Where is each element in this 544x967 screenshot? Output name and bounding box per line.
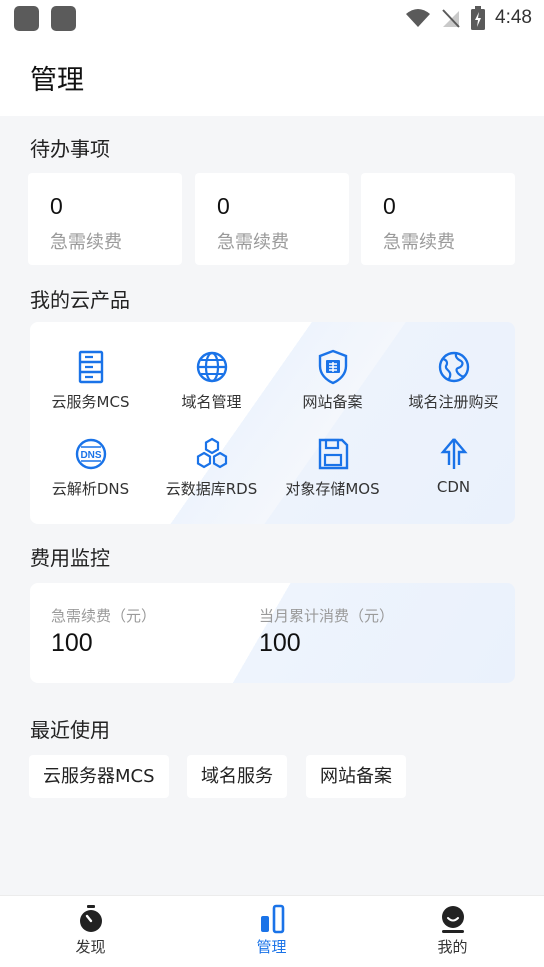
product-label: CDN [436, 478, 471, 496]
todo-count: 0 [217, 193, 230, 219]
todo-section-title: 待办事项 [30, 137, 110, 161]
product-domain-register[interactable]: 域名注册购买 [393, 349, 514, 412]
nav-label: 发现 [75, 938, 106, 956]
profile-icon [441, 906, 464, 933]
nav-label: 管理 [256, 938, 287, 956]
product-label: 域名注册购买 [408, 393, 499, 411]
products-panel: 云服务MCS 域名管理 网站备案 域名注册购买 DNS 云解析DNS 云数据库R… [30, 322, 515, 524]
todo-card[interactable]: 0 急需续费 [195, 173, 349, 265]
database-icon [196, 437, 227, 469]
battery-charging-icon [471, 6, 486, 30]
recent-item[interactable]: 网站备案 [306, 755, 406, 798]
manage-icon [260, 904, 284, 934]
no-signal-icon [442, 9, 460, 28]
product-label: 域名管理 [181, 393, 242, 411]
product-cloud-server[interactable]: 云服务MCS [30, 349, 151, 412]
status-bar: 4:48 [0, 0, 544, 36]
monthly-cost-label: 当月累计消费（元） [259, 607, 395, 625]
todo-card[interactable]: 0 急需续费 [361, 173, 515, 265]
todo-count: 0 [50, 193, 63, 219]
recent-item[interactable]: 域名服务 [187, 755, 287, 798]
bottom-nav: 发现 管理 我的 [0, 895, 544, 967]
product-object-storage[interactable]: 对象存储MOS [272, 436, 393, 499]
product-cloud-dns[interactable]: DNS 云解析DNS [30, 436, 151, 499]
product-domain-management[interactable]: 域名管理 [151, 349, 272, 412]
shield-icon [318, 349, 347, 385]
recent-section-title: 最近使用 [30, 718, 110, 742]
nav-profile[interactable]: 我的 [362, 896, 543, 967]
renewal-cost-label: 急需续费（元） [51, 607, 157, 625]
monthly-cost-value: 100 [259, 629, 301, 657]
stopwatch-icon [79, 905, 102, 932]
todo-card[interactable]: 0 急需续费 [28, 173, 182, 265]
earth-icon [438, 351, 469, 383]
todo-label: 急需续费 [383, 232, 455, 253]
renewal-cost-value: 100 [51, 629, 93, 657]
recent-item[interactable]: 云服务器MCS [29, 755, 169, 798]
status-time: 4:48 [495, 7, 532, 28]
svg-text:DNS: DNS [80, 450, 101, 461]
product-label: 云数据库RDS [165, 480, 258, 498]
product-label: 网站备案 [302, 393, 363, 411]
cost-section-title: 费用监控 [30, 546, 110, 570]
nav-discover[interactable]: 发现 [0, 896, 181, 967]
dns-icon: DNS [75, 438, 106, 470]
globe-icon [196, 351, 227, 383]
todo-label: 急需续费 [217, 232, 289, 253]
products-section-title: 我的云产品 [30, 288, 130, 312]
wifi-icon [406, 9, 431, 27]
notification-icon [51, 6, 76, 31]
product-label: 云解析DNS [51, 480, 130, 498]
page-title: 管理 [30, 65, 84, 96]
nav-manage[interactable]: 管理 [181, 896, 362, 967]
product-website-filing[interactable]: 网站备案 [272, 349, 393, 412]
nav-label: 我的 [437, 938, 468, 956]
cdn-icon [439, 438, 468, 469]
product-label: 对象存储MOS [285, 480, 380, 498]
cost-panel[interactable]: 急需续费（元） 100 当月累计消费（元） 100 [30, 583, 515, 683]
page-header: 管理 [0, 36, 544, 116]
save-icon [318, 438, 348, 470]
product-cloud-database[interactable]: 云数据库RDS [151, 436, 272, 499]
server-icon [78, 350, 103, 384]
notification-icon [14, 6, 39, 31]
todo-label: 急需续费 [50, 232, 122, 253]
product-cdn[interactable]: CDN [393, 436, 514, 496]
todo-count: 0 [383, 193, 396, 219]
product-label: 云服务MCS [51, 393, 130, 411]
